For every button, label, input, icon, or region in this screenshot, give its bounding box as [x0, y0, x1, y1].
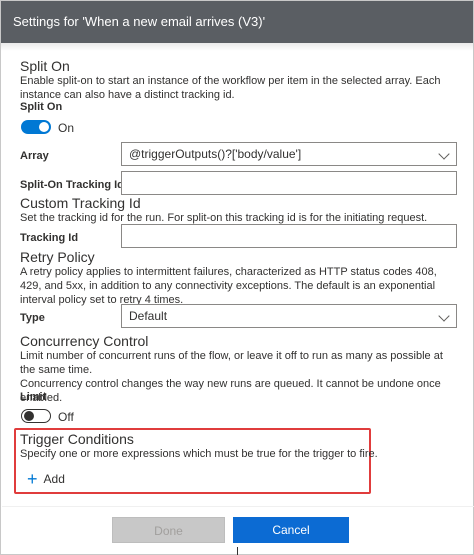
title-shadow: [1, 43, 473, 51]
split-on-toggle-state: On: [58, 121, 75, 135]
concurrency-description-2: Concurrency control changes the way new …: [20, 378, 441, 404]
limit-toggle[interactable]: [21, 409, 51, 423]
concurrency-description: Limit number of concurrent runs of the f…: [20, 350, 443, 376]
split-on-toggle-label: Split On: [20, 101, 63, 113]
retry-type-value: Default: [129, 309, 168, 323]
custom-tracking-description: Set the tracking id for the run. For spl…: [20, 212, 428, 224]
custom-tracking-heading: Custom Tracking Id: [20, 195, 141, 211]
split-on-tracking-label: Split-On Tracking Id: [20, 179, 124, 191]
chevron-down-icon: [438, 310, 450, 322]
concurrency-heading: Concurrency Control: [20, 333, 149, 349]
trigger-conditions-heading: Trigger Conditions: [20, 431, 134, 447]
limit-toggle-state: Off: [58, 410, 74, 424]
settings-dialog: Settings for 'When a new email arrives (…: [0, 0, 474, 555]
retry-policy-heading: Retry Policy: [20, 249, 95, 265]
array-label: Array: [20, 150, 49, 162]
trigger-conditions-description: Specify one or more expressions which mu…: [20, 448, 378, 460]
retry-type-label: Type: [20, 312, 45, 324]
plus-icon: +: [27, 469, 38, 489]
cancel-button[interactable]: Cancel: [233, 517, 349, 543]
footer-divider: [2, 506, 474, 507]
split-on-heading: Split On: [20, 58, 70, 74]
dialog-title: Settings for 'When a new email arrives (…: [1, 1, 473, 43]
add-condition-label: Add: [43, 472, 65, 486]
tracking-id-input[interactable]: [121, 224, 457, 248]
toggle-knob: [39, 122, 49, 132]
connector-line: [237, 547, 238, 555]
array-dropdown[interactable]: @triggerOutputs()?['body/value']: [121, 142, 457, 166]
chevron-down-icon: [438, 148, 450, 160]
split-on-tracking-input[interactable]: [121, 171, 457, 195]
tracking-id-label: Tracking Id: [20, 232, 79, 244]
retry-policy-description: A retry policy applies to intermittent f…: [20, 266, 437, 306]
split-on-description: Enable split-on to start an instance of …: [20, 75, 441, 101]
add-condition-button[interactable]: + Add: [27, 470, 65, 488]
done-button[interactable]: Done: [112, 517, 225, 543]
limit-label: Limit: [20, 391, 47, 403]
toggle-knob: [24, 410, 34, 421]
retry-type-dropdown[interactable]: Default: [121, 304, 457, 328]
split-on-toggle[interactable]: [21, 120, 51, 134]
array-value: @triggerOutputs()?['body/value']: [129, 147, 302, 161]
